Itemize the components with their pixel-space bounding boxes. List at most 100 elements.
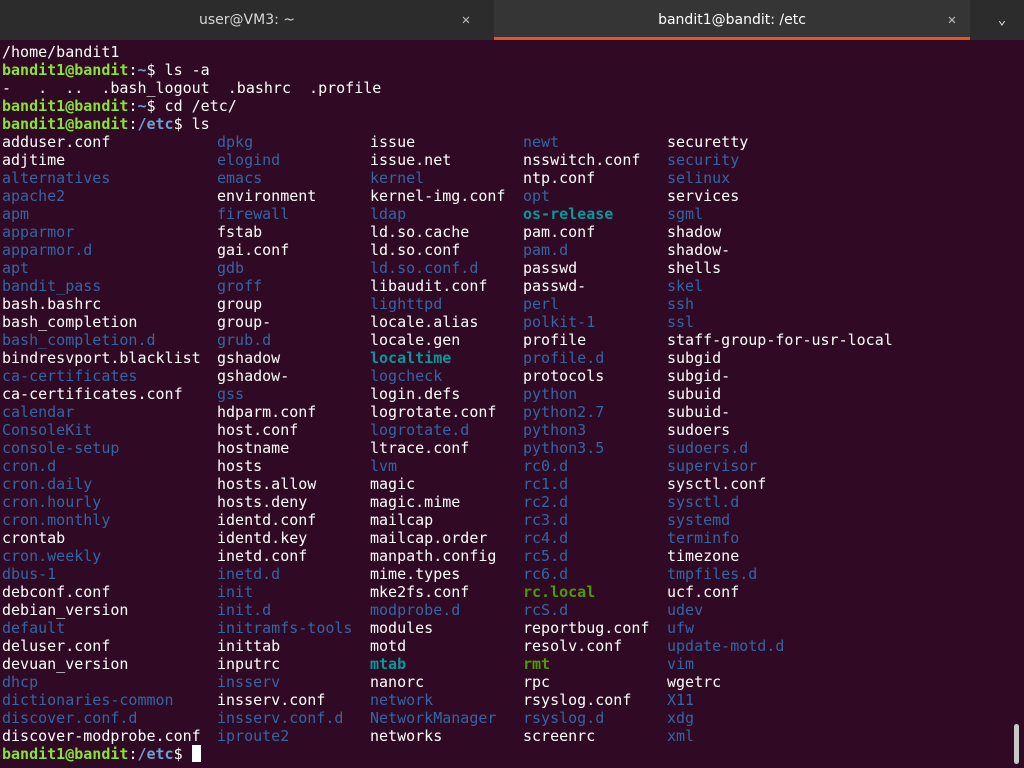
ls-entry-dir: apt [2,259,30,277]
ls-entry-file: services [667,187,740,205]
ls-entry-file: kernel-img.conf [370,187,506,205]
ls-entry-file: nanorc [370,673,425,691]
ls-entry-link: mtab [370,655,407,673]
ls-entry-file: subgid [667,349,722,367]
prompt-user-host: bandit1@bandit [2,61,129,79]
ls-entry-dir: dictionaries-common [2,691,174,709]
ls-entry-file: ca-certificates.conf [2,385,183,403]
ls-entry-file: shadow [667,223,722,241]
ls-entry-file: subuid [667,385,722,403]
ls-entry-dir: tmpfiles.d [667,565,758,583]
ls-entry-file: pam.conf [523,223,596,241]
prompt-user-host: bandit1@bandit [2,115,129,133]
ls-entry-file: mime.types [370,565,461,583]
title-bar: user@VM3: ~ ✕ bandit1@bandit: /etc ✕ ⌄ [0,0,1024,40]
ls-entry-file: environment [217,187,317,205]
ls-entry-file: staff-group-for-usr-local [667,331,893,349]
ls-entry-dir: polkit-1 [523,313,596,331]
ls-entry-file: bash_completion [2,313,138,331]
ls-entry-dir: calendar [2,403,75,421]
ls-entry-dir: rc1.d [523,475,569,493]
ls-entry-file: sudoers [667,421,731,439]
ls-entry-dir: kernel [370,169,425,187]
ls-entry-exec: rc.local [523,583,596,601]
ls-entry-file: modules [370,619,434,637]
ls-entry-dir: xdg [667,709,695,727]
ls-entry-dir: apm [2,205,30,223]
terminal-line-cmd: bandit1@bandit:~$ cd /etc/ [2,97,237,115]
ls-entry-file: passwd [523,259,578,277]
text-cursor[interactable] [191,745,201,762]
ls-entry-dir: ufw [667,619,695,637]
ls-entry-exec: rmt [523,655,551,673]
tab-label: user@VM3: ~ [199,12,295,28]
prompt-user-host: bandit1@bandit [2,745,129,763]
ls-entry-file: ntp.conf [523,169,596,187]
ls-entry-dir: lvm [370,457,398,475]
terminal-line-cmd: bandit1@bandit:~$ ls -a [2,61,210,79]
ls-entry-dir: insserv [217,673,281,691]
scrollbar-thumb[interactable] [1014,724,1019,764]
ls-entry-file: timezone [667,547,740,565]
ls-entry-dir: udev [667,601,704,619]
ls-entry-dir: ca-certificates [2,367,138,385]
ls-entry-dir: rc2.d [523,493,569,511]
ls-entry-dir: gdb [217,259,245,277]
ls-entry-file: ucf.conf [667,583,740,601]
ls-entry-dir: elogind [217,151,281,169]
tab-bandit1-etc[interactable]: bandit1@bandit: /etc [494,0,970,40]
command-text: $ ls [173,115,210,133]
ls-entry-dir: network [370,691,434,709]
ls-entry-file: securetty [667,133,749,151]
ls-entry-dir: init.d [217,601,272,619]
ls-entry-file: inputrc [217,655,281,673]
ls-entry-file: rsyslog.conf [523,691,632,709]
ls-entry-dir: python [523,385,578,403]
prompt-path: ~ [137,97,147,115]
ls-entry-file: inittab [217,637,281,655]
ls-entry-file: host.conf [217,421,299,439]
ls-entry-file: wgetrc [667,673,722,691]
ls-entry-dir: update-motd.d [667,637,785,655]
ls-entry-file: sysctl.conf [667,475,767,493]
ls-entry-dir: grub.d [217,331,272,349]
ls-entry-file: gai.conf [217,241,290,259]
ls-entry-dir: ConsoleKit [2,421,93,439]
terminal-line-cmd: bandit1@bandit:/etc$ ls [2,115,210,133]
ls-entry-file: mailcap.order [370,529,488,547]
ls-entry-dir: ld.so.conf.d [370,259,479,277]
ls-entry-file: debian_version [2,601,129,619]
ls-entry-dir: logcheck [370,367,443,385]
close-tab-icon[interactable]: ✕ [942,0,962,40]
ls-entry-dir: firewall [217,205,290,223]
tabs-menu-chevron-down-icon[interactable]: ⌄ [988,0,1016,40]
ls-entry-dir: pam.d [523,241,569,259]
ls-entry-file: identd.key [217,529,308,547]
ls-entry-file: hosts.deny [217,493,308,511]
output-text: - . .. .bash_logout .bashrc .profile [2,79,382,97]
tab-label: bandit1@bandit: /etc [658,12,806,28]
ls-entry-file: crontab [2,529,66,547]
ls-entry-file: ltrace.conf [370,439,470,457]
ls-entry-dir: ldap [370,205,407,223]
ls-entry-dir: inetd.d [217,565,281,583]
ls-entry-dir: bandit_pass [2,277,102,295]
close-tab-icon[interactable]: ✕ [456,0,476,40]
ls-entry-link: os-release [523,205,614,223]
ls-entry-dir: python2.7 [523,403,605,421]
ls-entry-dir: skel [667,277,704,295]
ls-entry-dir: sysctl.d [667,493,740,511]
ls-entry-dir: cron.monthly [2,511,111,529]
terminal-output[interactable]: /home/bandit1 bandit1@bandit:~$ ls -a - … [0,40,1012,768]
ls-entry-dir: cron.hourly [2,493,102,511]
ls-entry-dir: iproute2 [217,727,290,745]
ls-entry-file: screenrc [523,727,596,745]
ls-entry-dir: modprobe.d [370,601,461,619]
ls-entry-file: hdparm.conf [217,403,317,421]
tab-user-vm3[interactable]: user@VM3: ~ [0,0,494,40]
terminal-line-pwd: /home/bandit1 [2,43,119,61]
ls-entry-file: protocols [523,367,605,385]
command-text: $ ls -a [146,61,210,79]
output-text: /home/bandit1 [2,43,120,61]
ls-entry-file: locale.alias [370,313,479,331]
